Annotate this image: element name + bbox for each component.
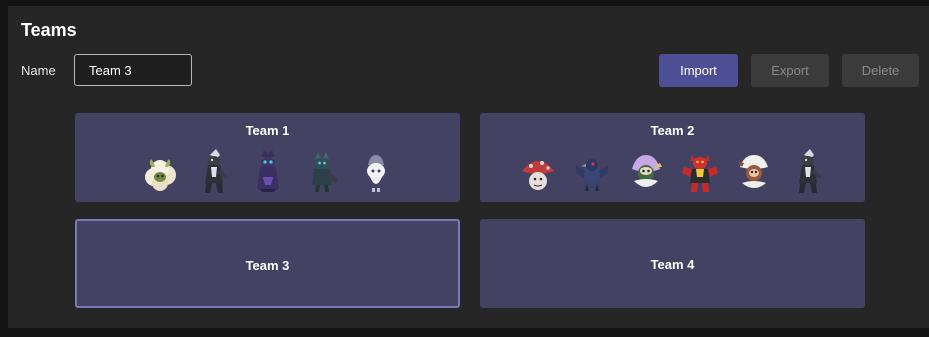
passimian-icon — [737, 155, 768, 188]
team-name: Team 1 — [245, 123, 290, 138]
team-card-3[interactable]: Team 3 — [75, 219, 460, 308]
whimsicott-icon — [144, 159, 176, 191]
team-name: Team 3 — [245, 258, 290, 273]
grimmsnarl-icon — [311, 152, 338, 192]
mimikyu-icon — [256, 149, 279, 192]
team-name: Team 2 — [650, 123, 695, 138]
import-button[interactable]: Import — [659, 54, 738, 87]
team-name-input[interactable] — [74, 54, 192, 86]
delete-button[interactable]: Delete — [842, 54, 919, 87]
amoonguss-icon — [521, 161, 554, 190]
team-card-2[interactable]: Team 2 — [480, 113, 865, 202]
team-card-1[interactable]: Team 1 — [75, 113, 460, 202]
name-label: Name — [21, 63, 56, 78]
team-sprites — [480, 143, 865, 195]
team-card-4[interactable]: Team 4 — [480, 219, 865, 308]
incineroar-icon — [681, 155, 718, 192]
corviknight-icon — [575, 159, 608, 191]
team-name: Team 4 — [650, 257, 695, 272]
teams-panel: Teams Name Import Export Delete Team 1 — [8, 6, 929, 328]
oranguru-icon — [631, 155, 662, 187]
team-sprites — [75, 143, 460, 195]
export-button[interactable]: Export — [751, 54, 829, 87]
toxtricity-icon — [204, 149, 228, 193]
hatenna-icon — [366, 155, 385, 192]
page-title: Teams — [21, 20, 77, 40]
toxtricity-icon — [798, 149, 822, 193]
